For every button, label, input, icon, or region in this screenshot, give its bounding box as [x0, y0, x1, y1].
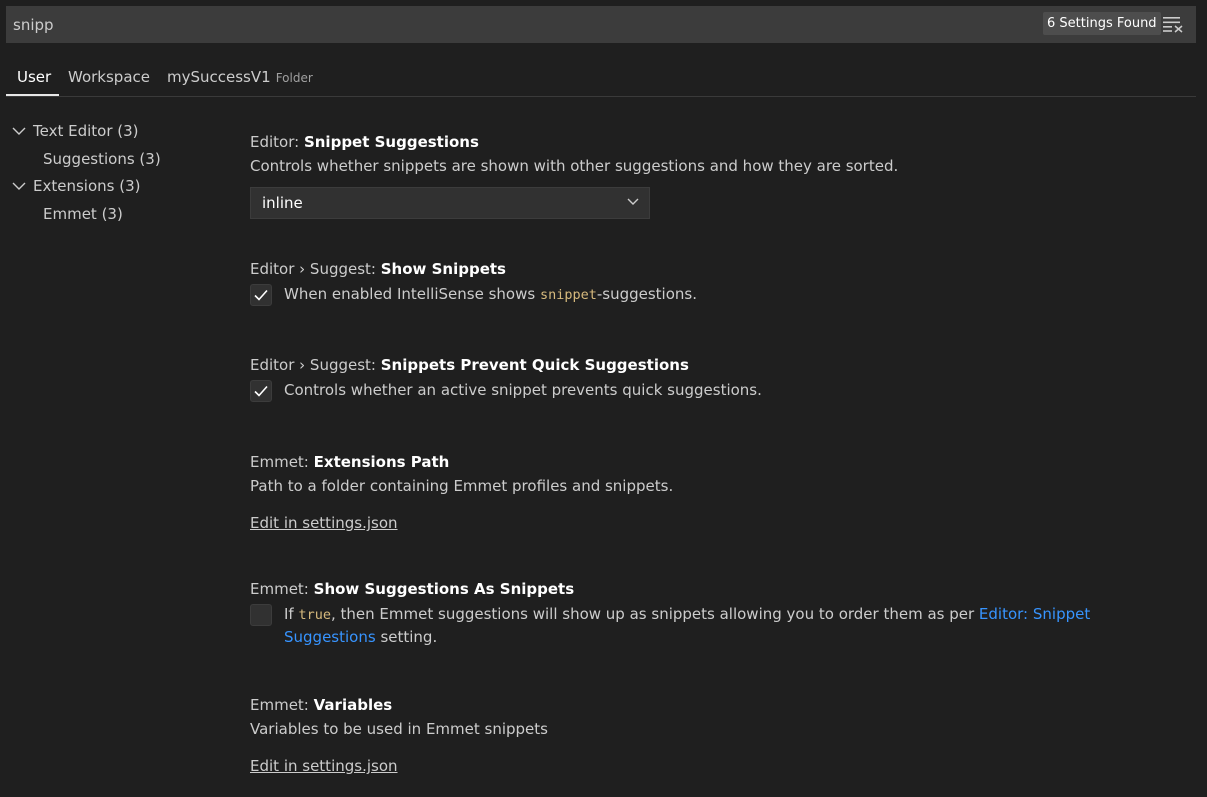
- snippet-suggestions-dropdown[interactable]: inline: [250, 187, 650, 219]
- toc-item-label: Emmet (3): [43, 204, 123, 223]
- desc-text: When enabled IntelliSense shows: [284, 285, 540, 303]
- setting-description: If true, then Emmet suggestions will sho…: [284, 603, 1180, 648]
- setting-title: Emmet: Extensions Path: [250, 451, 1180, 473]
- setting-snippets-prevent-quick-suggestions: Editor › Suggest: Snippets Prevent Quick…: [250, 354, 1180, 403]
- setting-name: Show Snippets: [380, 260, 506, 278]
- setting-checkbox-row: Controls whether an active snippet preve…: [250, 379, 1180, 403]
- setting-name: Extensions Path: [313, 453, 450, 471]
- show-snippets-checkbox[interactable]: [250, 284, 272, 306]
- prevent-quick-suggestions-checkbox[interactable]: [250, 380, 272, 402]
- setting-category: Editor › Suggest:: [250, 260, 381, 278]
- setting-title: Emmet: Variables: [250, 694, 1180, 716]
- settings-scope-tabs: User Workspace mySuccessV1 Folder: [6, 60, 1196, 97]
- toc-item-label: Extensions (3): [33, 177, 141, 195]
- toc-item-text-editor[interactable]: Text Editor (3): [10, 118, 230, 146]
- settings-toc: Text Editor (3) Suggestions (3) Extensio…: [10, 118, 230, 228]
- tab-folder[interactable]: mySuccessV1 Folder: [167, 68, 313, 86]
- edit-in-settings-json-link[interactable]: Edit in settings.json: [250, 757, 398, 775]
- tab-user[interactable]: User: [17, 68, 51, 86]
- desc-text: If: [284, 605, 299, 623]
- setting-name: Snippet Suggestions: [303, 133, 479, 151]
- clear-filter-icon[interactable]: [1162, 15, 1184, 33]
- setting-description: When enabled IntelliSense shows snippet-…: [284, 283, 1180, 306]
- desc-text: -suggestions.: [596, 285, 697, 303]
- setting-description: Controls whether an active snippet preve…: [284, 381, 762, 399]
- toc-item-suggestions[interactable]: Suggestions (3): [10, 146, 230, 174]
- desc-text: setting.: [375, 628, 438, 646]
- setting-snippet-suggestions: Editor: Snippet Suggestions Controls whe…: [250, 131, 1180, 219]
- setting-category: Editor › Suggest:: [250, 356, 381, 374]
- toc-item-label: Suggestions (3): [43, 149, 161, 168]
- dropdown-value: inline: [262, 194, 303, 212]
- settings-search-bar: 6 Settings Found: [6, 6, 1196, 43]
- toc-item-emmet[interactable]: Emmet (3): [10, 201, 230, 229]
- setting-title: Editor › Suggest: Snippets Prevent Quick…: [250, 354, 1180, 376]
- setting-checkbox-row: If true, then Emmet suggestions will sho…: [250, 603, 1180, 648]
- desc-code: true: [298, 607, 331, 623]
- toc-item-extensions[interactable]: Extensions (3): [10, 173, 230, 201]
- setting-category: Emmet:: [250, 580, 314, 598]
- setting-title: Emmet: Show Suggestions As Snippets: [250, 578, 1180, 600]
- desc-text: , then Emmet suggestions will show up as…: [331, 605, 979, 623]
- toc-item-label: Text Editor (3): [33, 122, 139, 140]
- setting-name: Show Suggestions As Snippets: [313, 580, 575, 598]
- checkmark-icon: [254, 385, 268, 397]
- setting-description: Controls whether snippets are shown with…: [250, 157, 899, 175]
- setting-extensions-path: Emmet: Extensions Path Path to a folder …: [250, 451, 1180, 532]
- setting-show-suggestions-as-snippets: Emmet: Show Suggestions As Snippets If t…: [250, 578, 1180, 648]
- chevron-down-icon: [12, 182, 26, 190]
- settings-found-badge: 6 Settings Found: [1043, 12, 1161, 35]
- settings-search-input[interactable]: [6, 6, 1006, 43]
- chevron-down-icon: [627, 198, 639, 205]
- desc-code: snippet: [539, 287, 597, 303]
- setting-description: Variables to be used in Emmet snippets: [250, 720, 548, 738]
- tab-workspace[interactable]: Workspace: [68, 68, 150, 86]
- setting-category: Emmet:: [250, 453, 314, 471]
- setting-category: Editor:: [250, 133, 304, 151]
- active-tab-indicator: [6, 94, 59, 96]
- setting-checkbox-row: When enabled IntelliSense shows snippet-…: [250, 283, 1180, 307]
- setting-show-snippets: Editor › Suggest: Show Snippets When ena…: [250, 258, 1180, 307]
- edit-in-settings-json-link[interactable]: Edit in settings.json: [250, 514, 398, 532]
- tab-folder-label: mySuccessV1: [167, 68, 271, 86]
- setting-title: Editor: Snippet Suggestions: [250, 131, 1180, 153]
- show-suggestions-as-snippets-checkbox[interactable]: [250, 604, 272, 626]
- setting-name: Snippets Prevent Quick Suggestions: [380, 356, 689, 374]
- setting-variables: Emmet: Variables Variables to be used in…: [250, 694, 1180, 775]
- setting-description: Path to a folder containing Emmet profil…: [250, 477, 674, 495]
- setting-name: Variables: [313, 696, 393, 714]
- setting-category: Emmet:: [250, 696, 314, 714]
- folder-tag: Folder: [275, 71, 313, 85]
- setting-title: Editor › Suggest: Show Snippets: [250, 258, 1180, 280]
- checkmark-icon: [254, 289, 268, 301]
- chevron-down-icon: [12, 127, 26, 135]
